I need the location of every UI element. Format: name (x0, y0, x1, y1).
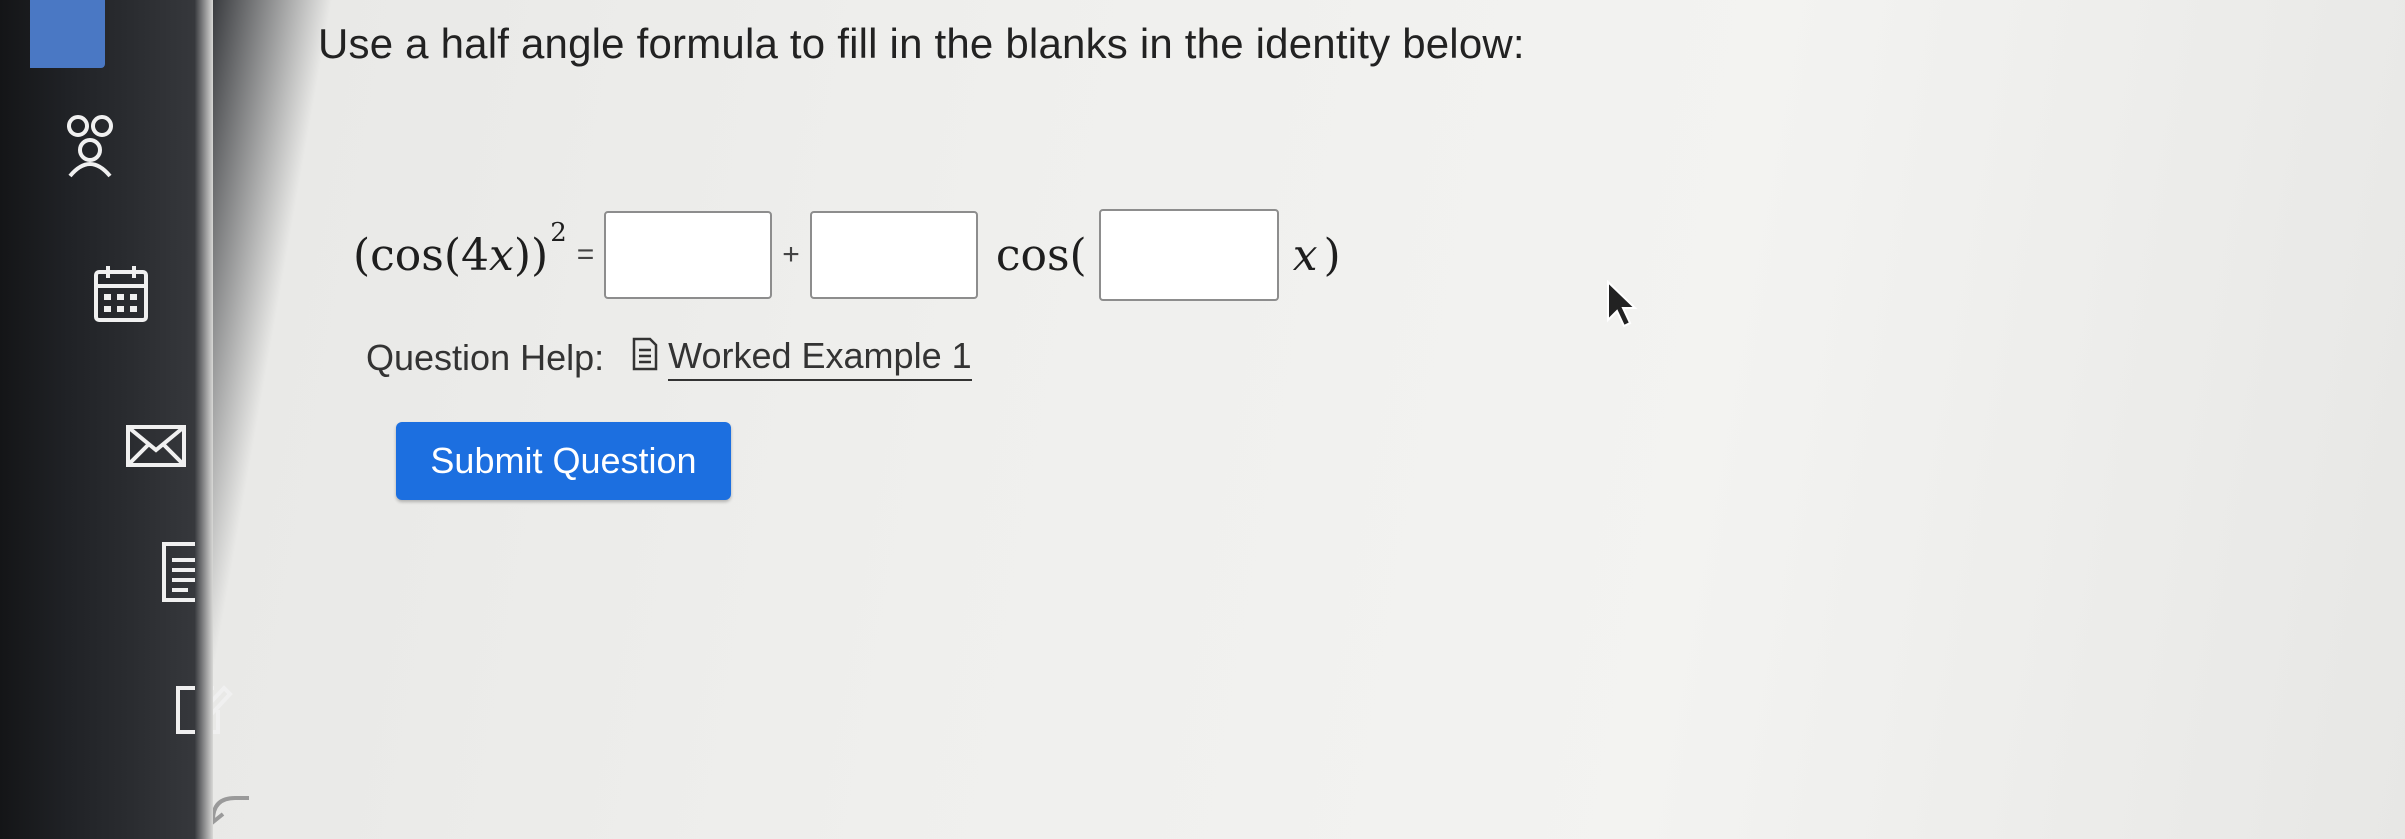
calendar-icon[interactable] (92, 262, 150, 326)
mail-icon[interactable] (125, 424, 187, 468)
identity-equation: (cos(4x)) 2 = + cos( x ) (353, 205, 1341, 305)
worked-example-link[interactable]: Worked Example 1 (668, 335, 972, 381)
plus-sign: + (782, 238, 800, 271)
answer-blank-1[interactable] (604, 211, 773, 299)
sidebar (0, 0, 249, 839)
variable-x: x (1292, 229, 1318, 281)
cos-open: cos( (995, 229, 1087, 281)
question-help: Question Help: Worked Example 1 (366, 335, 972, 381)
equals-sign: = (576, 238, 595, 271)
sidebar-active-tab[interactable] (30, 0, 105, 68)
document-icon[interactable] (632, 337, 658, 380)
question-instruction: Use a half angle formula to fill in the … (318, 20, 1525, 67)
question-help-label: Question Help: (366, 337, 605, 378)
panel-divider (195, 0, 213, 839)
people-icon[interactable] (62, 112, 120, 182)
lhs-expression: (cos(4x)) (353, 229, 549, 281)
mouse-cursor-icon (1604, 279, 1638, 335)
submit-question-button[interactable]: Submit Question (396, 422, 731, 500)
question-panel: Use a half angle formula to fill in the … (213, 0, 2405, 839)
close-paren: ) (1323, 229, 1341, 281)
exponent: 2 (550, 218, 567, 248)
answer-blank-2[interactable] (809, 211, 978, 299)
answer-blank-3[interactable] (1098, 209, 1279, 301)
